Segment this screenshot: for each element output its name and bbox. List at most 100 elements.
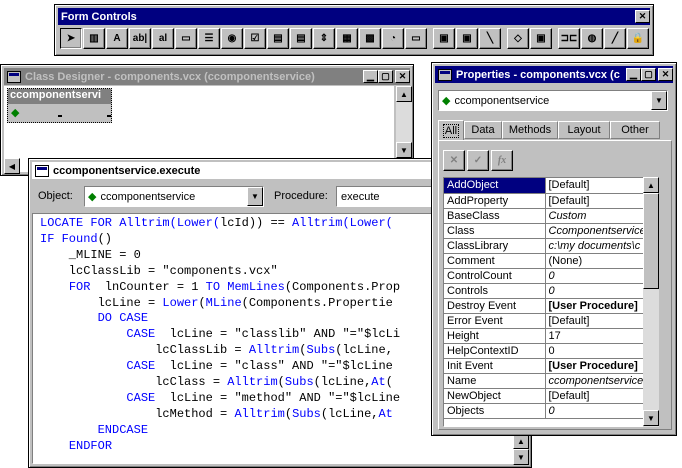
selection-handle[interactable]: [107, 115, 111, 117]
code-text[interactable]: LOCATE FOR Alltrim(Lower(lcId)) == Alltr…: [40, 216, 400, 455]
procedure-combo[interactable]: execute: [336, 186, 436, 207]
property-value[interactable]: c:\my documents\c: [545, 238, 658, 254]
code-line[interactable]: CASE lcLine = "class" AND "="$lcLine: [40, 359, 400, 375]
close-icon[interactable]: ✕: [395, 70, 410, 83]
ole-container-tool-icon[interactable]: ▣: [433, 28, 455, 49]
minimize-icon[interactable]: ▁: [363, 70, 378, 83]
property-row[interactable]: Class Ccomponentservice: [444, 223, 658, 239]
maximize-icon[interactable]: ▢: [378, 70, 393, 83]
code-line[interactable]: FOR lnCounter = 1 TO MemLines(Components…: [40, 280, 400, 296]
property-grid[interactable]: AddObject [Default] AddProperty [Default] Ba…: [443, 177, 659, 427]
image-tool-icon[interactable]: ▩: [359, 28, 381, 49]
scroll-down-icon[interactable]: ▼: [513, 449, 529, 465]
property-value[interactable]: [Default]: [545, 178, 658, 194]
code-line[interactable]: CASE lcLine = "method" AND "="$lcLine: [40, 391, 400, 407]
minimize-icon[interactable]: ▁: [626, 68, 641, 81]
line-tool-icon[interactable]: ╲: [479, 28, 501, 49]
code-line[interactable]: lcMethod = Alltrim(Subs(lcLine,At: [40, 407, 400, 423]
combo-box-tool-icon[interactable]: ▤: [267, 28, 289, 49]
ole-bound-tool-icon[interactable]: ▣: [456, 28, 478, 49]
property-value[interactable]: Ccomponentservice: [545, 223, 658, 239]
property-value[interactable]: (None): [545, 253, 658, 269]
code-line[interactable]: ENDCASE: [40, 423, 400, 439]
tab-layout[interactable]: Layout: [558, 121, 610, 139]
scroll-up-icon[interactable]: ▲: [643, 177, 659, 193]
property-row[interactable]: HelpContextID 0: [444, 343, 658, 359]
label-tool-icon[interactable]: A: [106, 28, 128, 49]
view-classes-tool-icon[interactable]: ▥: [83, 28, 105, 49]
select-objects-tool-icon[interactable]: ➤: [60, 28, 82, 49]
function-icon[interactable]: fx: [491, 150, 513, 171]
designed-object[interactable]: ccomponentservi ◆: [7, 88, 112, 123]
property-value[interactable]: Custom: [545, 208, 658, 224]
property-row[interactable]: Comment (None): [444, 253, 658, 269]
code-line[interactable]: lcClassLib = "components.vcx": [40, 264, 400, 280]
code-line[interactable]: lcClass = Alltrim(Subs(lcLine,At(: [40, 375, 400, 391]
command-button-tool-icon[interactable]: ▭: [175, 28, 197, 49]
property-value[interactable]: [Default]: [545, 193, 658, 209]
property-grid-vscroll[interactable]: ▲ ▼: [643, 177, 659, 427]
page-frame-tool-icon[interactable]: ▭: [405, 28, 427, 49]
close-icon[interactable]: ✕: [635, 10, 650, 23]
form-controls-titlebar[interactable]: Form Controls ✕: [58, 8, 650, 25]
properties-titlebar[interactable]: Properties - components.vcx (c ▁ ▢ ✕: [435, 66, 673, 83]
property-value[interactable]: 0: [545, 403, 658, 419]
property-value[interactable]: [User Procedure]: [545, 358, 658, 374]
code-line[interactable]: _MLINE = 0: [40, 248, 400, 264]
property-value[interactable]: 17: [545, 328, 658, 344]
scroll-down-icon[interactable]: ▼: [396, 142, 412, 158]
container-tool-icon[interactable]: ▣: [530, 28, 552, 49]
scroll-down-icon[interactable]: ▼: [643, 410, 659, 426]
text-box-tool-icon[interactable]: ab|: [129, 28, 151, 49]
code-line[interactable]: LOCATE FOR Alltrim(Lower(lcId)) == Alltr…: [40, 216, 400, 232]
accept-icon[interactable]: ✓: [467, 150, 489, 171]
property-row[interactable]: Height 17: [444, 328, 658, 344]
tab-all[interactable]: All: [438, 120, 464, 140]
close-icon[interactable]: ✕: [658, 68, 673, 81]
code-line[interactable]: ENDFOR: [40, 439, 400, 455]
scroll-thumb[interactable]: [643, 193, 659, 289]
property-row[interactable]: Destroy Event [User Procedure]: [444, 298, 658, 314]
object-select[interactable]: ◆ ccomponentservice ▼: [438, 90, 668, 111]
separator-tool-icon[interactable]: ⊐⊏: [558, 28, 580, 49]
timer-tool-icon[interactable]: ◔: [382, 28, 404, 49]
tab-other[interactable]: Other: [610, 121, 660, 139]
property-value[interactable]: [Default]: [545, 313, 658, 329]
tab-methods[interactable]: Methods: [502, 121, 558, 139]
maximize-icon[interactable]: ▢: [641, 68, 656, 81]
code-line[interactable]: lcLine = Lower(MLine(Components.Properti…: [40, 296, 400, 312]
class-designer-titlebar[interactable]: Class Designer - components.vcx (ccompon…: [4, 68, 410, 85]
property-row[interactable]: BaseClass Custom: [444, 208, 658, 224]
builder-lock-tool-icon[interactable]: ╱: [604, 28, 626, 49]
property-row[interactable]: Error Event [Default]: [444, 313, 658, 329]
property-value[interactable]: [Default]: [545, 388, 658, 404]
property-value[interactable]: ccomponentservice: [545, 373, 658, 389]
property-row[interactable]: AddObject [Default]: [444, 178, 658, 194]
code-window-hscroll[interactable]: ▲ ▼: [513, 433, 529, 465]
property-value[interactable]: 0: [545, 283, 658, 299]
command-group-tool-icon[interactable]: ☰: [198, 28, 220, 49]
code-line[interactable]: CASE lcLine = "classlib" AND "="$lcLi: [40, 327, 400, 343]
property-value[interactable]: 0: [545, 343, 658, 359]
property-row[interactable]: ControlCount 0: [444, 268, 658, 284]
property-row[interactable]: Init Event [User Procedure]: [444, 358, 658, 374]
selection-handle[interactable]: [58, 115, 62, 117]
code-line[interactable]: IF Found(): [40, 232, 400, 248]
chevron-down-icon[interactable]: ▼: [651, 91, 667, 110]
property-row[interactable]: Controls 0: [444, 283, 658, 299]
property-row[interactable]: Objects 0: [444, 403, 658, 419]
tab-data[interactable]: Data: [464, 121, 502, 139]
list-box-tool-icon[interactable]: ▤: [290, 28, 312, 49]
property-value[interactable]: [User Procedure]: [545, 298, 658, 314]
scroll-up-icon[interactable]: ▲: [396, 86, 412, 102]
chevron-down-icon[interactable]: ▼: [247, 187, 263, 206]
shape-tool-icon[interactable]: ◇: [507, 28, 529, 49]
code-line[interactable]: DO CASE: [40, 311, 400, 327]
edit-box-tool-icon[interactable]: al: [152, 28, 174, 49]
grid-tool-icon[interactable]: ▦: [336, 28, 358, 49]
spinner-tool-icon[interactable]: ⇕: [313, 28, 335, 49]
property-row[interactable]: Name ccomponentservice: [444, 373, 658, 389]
property-row[interactable]: AddProperty [Default]: [444, 193, 658, 209]
property-value[interactable]: 0: [545, 268, 658, 284]
property-row[interactable]: NewObject [Default]: [444, 388, 658, 404]
